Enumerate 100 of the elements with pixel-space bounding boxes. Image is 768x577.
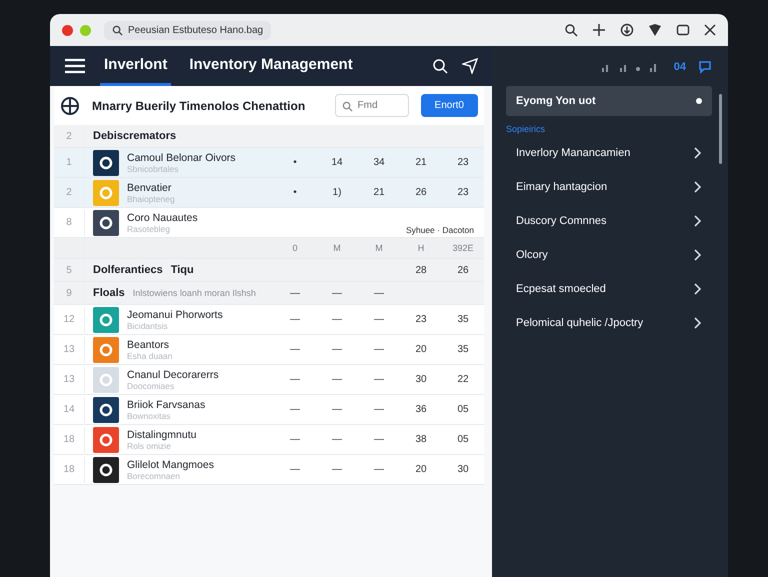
chevron-icon [694,317,702,329]
table-cell: 36 [415,404,427,415]
sidebar-item[interactable]: Eyomg Yon uot [506,86,712,116]
row-number: 14 [62,404,76,415]
table-cell: — [332,464,342,475]
table-cell: 30 [415,374,427,385]
table-cell: — [332,434,342,445]
item-subtitle: Rasotebleg [127,224,172,234]
plus-icon[interactable] [592,23,606,37]
item-name: Glilelot Mangmoes [127,458,214,470]
sidebar-item[interactable]: Eimary hantagcion [506,172,712,202]
table-cell: 34 [373,157,385,168]
table-cell: — [332,344,342,355]
chevron-icon [694,249,702,261]
table-cell: 26 [415,187,427,198]
table-row[interactable]: 18 Distalingmnutu Rols omizie — — — 38 05 [54,425,484,455]
table-cell: — [290,344,300,355]
shield-icon[interactable] [648,24,662,36]
table-cell: 35 [457,314,469,325]
item-subtitle: Borecomnaen [127,470,181,480]
maximize-dot-icon[interactable] [80,24,91,36]
column-header: 392E [452,243,474,253]
chat-icon[interactable] [698,60,712,74]
sidebar-item[interactable]: Pelomical quhelic /Jpoctry [506,308,712,338]
window-icon[interactable] [676,23,690,37]
table-row[interactable]: 14 Briiok Farvsanas Bownoxitas — — — 36 05 [54,395,484,425]
table-row[interactable]: 13 Beantors Esha duaan — — — 20 35 [54,335,484,365]
table-cell: 14 [331,157,343,168]
item-subtitle: Doocomiaes [127,380,176,390]
table-cell: 30 [457,464,469,475]
table-cell: 20 [415,464,427,475]
table-row[interactable]: 8 Coro Nauautes Rasotebleg Syhuee · Dacoton [54,208,484,238]
item-name: Briiok Farvsanas [127,398,206,410]
table-row[interactable]: 13 Cnanul Decorarerrs Doocomiaes — — — 30 22 [54,365,484,395]
table-cell: 23 [457,157,469,168]
table-cell: 1) [332,187,342,198]
chevron-icon [694,283,702,295]
group-label: Debiscremators [93,130,176,142]
chevron-icon [694,181,702,193]
table-cell: — [374,288,384,298]
row-number: 18 [62,464,76,475]
table-cell: — [332,374,342,385]
search-field[interactable]: Fmd [334,94,409,117]
search-icon [112,24,123,36]
column-header: 0 [292,243,298,253]
sidebar-item[interactable]: Inverlory Manancamien [506,138,712,168]
item-name: Camoul Belonar Oivors [127,152,236,164]
row-number: 13 [62,344,76,355]
table-cell: • [293,157,297,168]
table-cell: — [290,288,300,298]
table-cell: 05 [457,404,469,415]
chevron-icon [694,147,702,159]
table-cell: — [290,434,300,445]
address-field[interactable]: Peeusian Estbuteso Hano.bag [104,20,272,40]
table-cell: — [374,434,384,445]
send-icon[interactable] [462,58,478,74]
header-tab[interactable]: Inventory Management [185,46,357,86]
table-row[interactable]: 18 Glilelot Mangmoes Borecomnaen — — — 20 30 [54,455,484,485]
menu-icon[interactable] [64,58,86,74]
table-cell: — [374,464,384,475]
group-description: Inlstowiens loanh moran Ilshsh [132,288,256,298]
item-subtitle: Bhaiopteneg [127,194,175,204]
chevron-icon [694,215,702,227]
row-number: 1 [65,157,73,168]
table-cell: 23 [415,314,427,325]
grid-icon [60,96,80,116]
close-dot-icon[interactable] [62,24,73,36]
search-icon[interactable] [432,58,448,74]
table-row[interactable]: 1 Camoul Belonar Oivors Sbnicobrtales • 14 34 21 23 [54,148,484,178]
table-cell: 21 [415,157,427,168]
table-cell: — [374,374,384,385]
sidebar-item[interactable]: Olcory [506,240,712,270]
table-cell: — [290,464,300,475]
item-name: Jeomanui Phorworts [127,308,223,320]
sidebar-item[interactable]: Ecpesat smoecled [506,274,712,304]
close-icon[interactable] [704,24,716,36]
group-label: Dolferantiecs [93,264,163,276]
export-button[interactable]: Enort0 [420,94,478,117]
group-label: Floals [93,287,125,299]
row-number: 2 [65,187,73,198]
table-row[interactable]: 12 Jeomanui Phorworts Bicidantsis — — — 23 35 [54,305,484,335]
search-icon[interactable] [564,23,578,37]
count-label: 04 [674,61,686,73]
item-name: Beantors [127,338,170,350]
table-row[interactable]: 2 Benvatier Bhaiopteneg • 1) 21 26 23 [54,178,484,208]
sidebar-item[interactable]: Duscory Comnnes [506,206,712,236]
section-label: Sopieirics [506,124,546,134]
group-tag: Tiqu [170,264,194,276]
dot-icon [696,98,702,104]
table-cell: 38 [415,434,427,445]
row-number: 9 [65,288,73,298]
table-cell: • [293,187,297,198]
column-header: H [418,243,424,253]
table-cell: 20 [415,344,427,355]
row-number: 18 [62,434,76,445]
table-cell: 22 [457,374,469,385]
table-cell: 35 [457,344,469,355]
item-subtitle: Bicidantsis [127,320,169,330]
item-name: Distalingmnutu [127,428,196,440]
download-icon[interactable] [620,23,634,37]
